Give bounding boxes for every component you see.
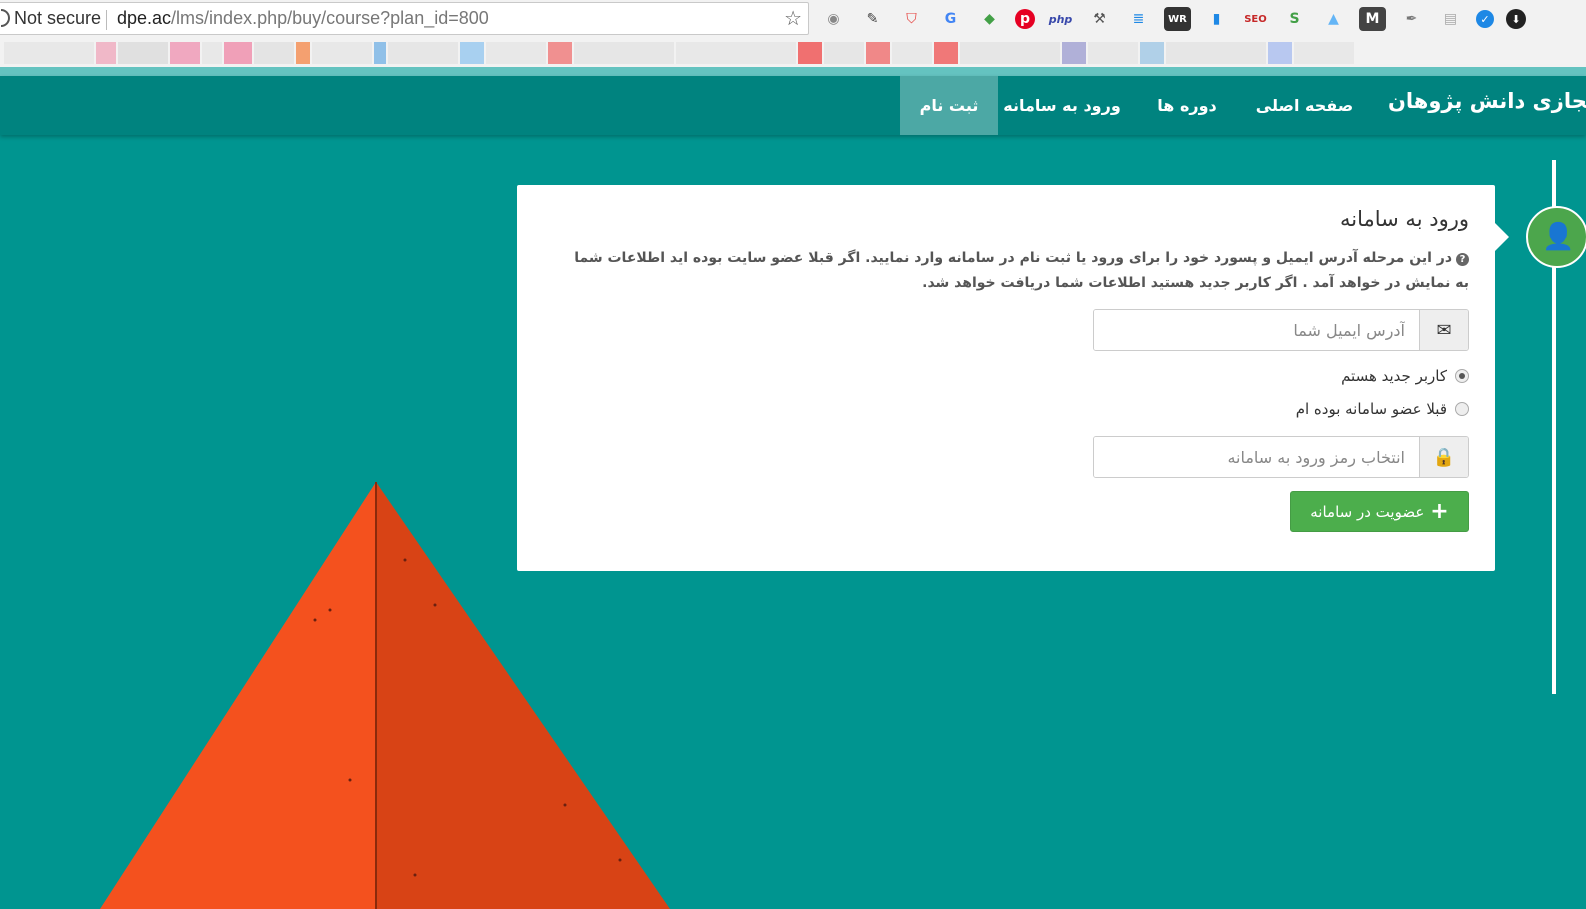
notes-icon[interactable]: ▤ (1437, 7, 1464, 31)
download-icon[interactable]: ⬇ (1506, 9, 1526, 29)
url-path: /lms/index.php/buy/course?plan_id=800 (171, 8, 489, 28)
hammer-icon[interactable]: ⚒ (1086, 7, 1113, 31)
radio-existing-user-control[interactable] (1455, 402, 1469, 416)
address-separator (106, 10, 107, 30)
url-text[interactable]: dpe.ac/lms/index.php/buy/course?plan_id=… (117, 8, 489, 29)
email-field[interactable] (1094, 310, 1419, 350)
seo-icon[interactable]: SEO (1242, 7, 1269, 31)
check-icon[interactable]: ✓ (1476, 10, 1494, 28)
bookmarks-bar (0, 38, 1586, 67)
radio-new-user-label: کاربر جدید هستم (1341, 367, 1447, 385)
seo-quake-icon[interactable]: S (1281, 7, 1308, 31)
login-card: ورود به سامانه ?در این مرحله آدرس ایمیل … (517, 185, 1495, 571)
shield-icon[interactable]: ⛉ (898, 7, 925, 31)
m-icon[interactable]: M (1359, 7, 1386, 31)
login-help-text: در این مرحله آدرس ایمیل و پسورد خود را ب… (574, 250, 1469, 291)
radio-new-user-control[interactable] (1455, 369, 1469, 383)
security-indicator[interactable]: Not secure (1, 8, 101, 29)
radio-new-user[interactable]: کاربر جدید هستم (1341, 367, 1469, 385)
browser-toolbar: Not secure dpe.ac/lms/index.php/buy/cour… (0, 0, 1586, 38)
question-circle-icon: ? (1456, 253, 1469, 266)
wr-icon[interactable]: WR (1164, 7, 1191, 31)
main-navbar: آموزش مجازی دانش پژوهان صفحه اصلی دوره ه… (0, 76, 1586, 135)
site-brand[interactable]: آموزش مجازی دانش پژوهان (1388, 89, 1586, 113)
translate-icon[interactable]: G (937, 7, 964, 31)
url-host: dpe.ac (117, 8, 172, 28)
nav-login[interactable]: ورود به سامانه (989, 76, 1135, 135)
eyedropper-icon[interactable]: ✎ (859, 7, 886, 31)
address-bar[interactable]: Not secure dpe.ac/lms/index.php/buy/cour… (0, 2, 809, 35)
envelope-icon: ✉ (1419, 310, 1468, 350)
info-icon (1, 9, 10, 27)
chart-icon[interactable]: ▮ (1203, 7, 1230, 31)
diamond-icon[interactable]: ◆ (976, 7, 1003, 31)
password-field[interactable] (1094, 437, 1419, 477)
plus-icon: + (1430, 498, 1449, 524)
feather-icon[interactable]: ✒ (1398, 7, 1425, 31)
security-label: Not secure (14, 8, 102, 28)
radio-existing-user[interactable]: قبلا عضو سامانه بوده ام (1296, 400, 1469, 418)
lock-icon: 🔒 (1419, 437, 1468, 477)
nav-home[interactable]: صفحه اصلی (1250, 76, 1359, 135)
camera-icon[interactable]: ◉ (820, 7, 847, 31)
radio-existing-user-label: قبلا عضو سامانه بوده ام (1295, 400, 1447, 418)
extension-icon[interactable]: ▲ (1320, 7, 1347, 31)
nav-register[interactable]: ثبت نام (900, 76, 998, 135)
email-input-group: ✉ (1093, 309, 1469, 351)
user-icon: 👤 (1526, 206, 1586, 268)
register-submit-label: عضویت در سامانه (1310, 502, 1425, 521)
password-input-group: 🔒 (1093, 436, 1469, 478)
card-pointer (1494, 222, 1509, 252)
login-title: ورود به سامانه (1340, 207, 1469, 231)
pinterest-icon[interactable]: p (1015, 9, 1035, 29)
extensions-bar: ◉ ✎ ⛉ G ◆ p php ⚒ ≣ WR ▮ SEO S ▲ M ✒ ▤ ✓… (820, 6, 1526, 32)
bookmark-star-icon[interactable]: ☆ (784, 6, 802, 31)
register-submit-button[interactable]: + عضویت در سامانه (1290, 491, 1469, 532)
nav-courses[interactable]: دوره ها (1142, 76, 1232, 135)
header-accent-stripe (0, 67, 1586, 76)
login-help: ?در این مرحله آدرس ایمیل و پسورد خود را … (559, 246, 1469, 296)
brand-text: آموزش مجازی دانش پژوهان (1388, 89, 1586, 113)
php-icon[interactable]: php (1047, 7, 1074, 31)
stack-icon[interactable]: ≣ (1125, 7, 1152, 31)
